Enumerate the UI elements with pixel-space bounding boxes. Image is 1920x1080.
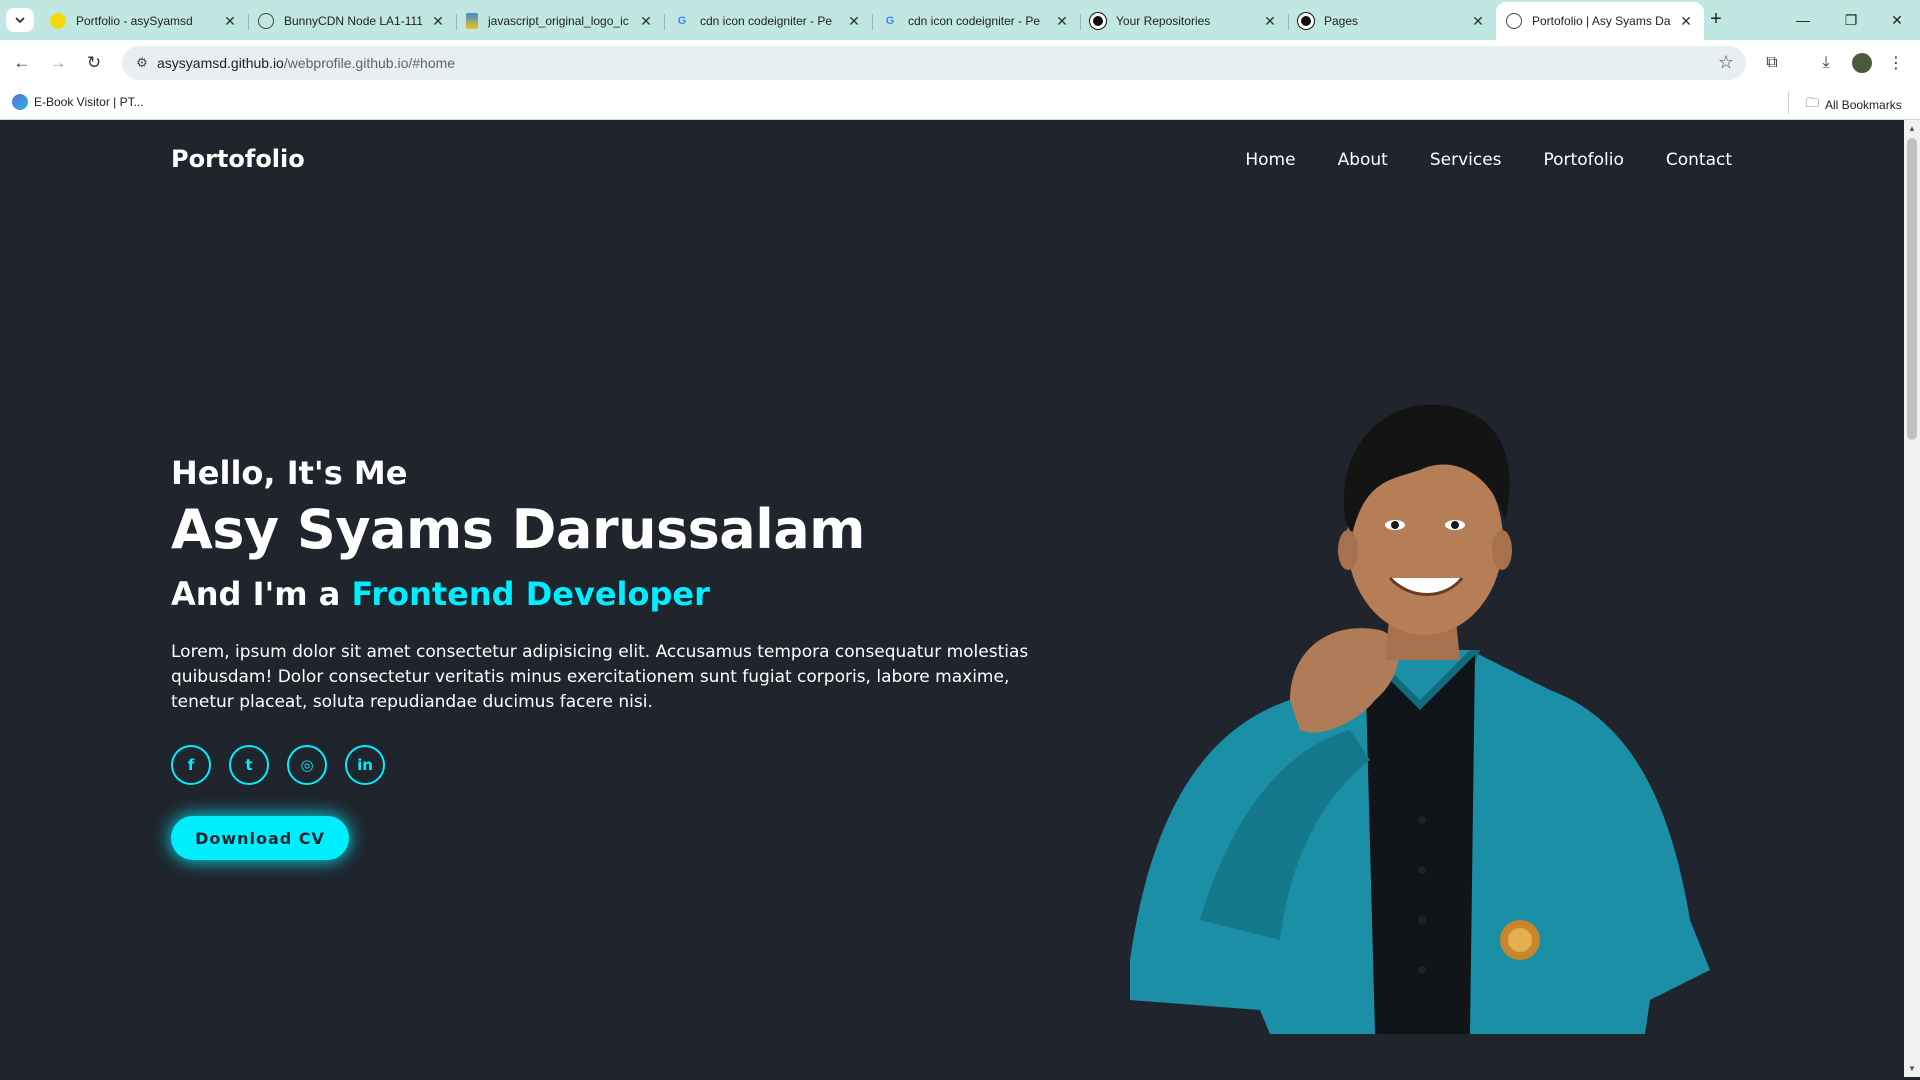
tab-title: Your Repositories (1116, 14, 1211, 28)
google-icon: G (677, 15, 687, 27)
nav-about[interactable]: About (1338, 150, 1388, 170)
extensions-icon[interactable]: ⧉ (1760, 51, 1784, 75)
browser-toolbar: ← → ↻ ⚙ asysyamsd.github.io/webprofile.g… (0, 40, 1920, 86)
profile-avatar[interactable] (1850, 51, 1874, 75)
downloads-icon[interactable]: ⤓ (1814, 51, 1838, 75)
tab-search-button[interactable] (6, 8, 34, 32)
bookmarks-bar: E-Book Visitor | PT... 🗀 All Bookmarks (0, 86, 1920, 120)
browser-tab[interactable]: BunnyCDN Node LA1-111 ✕ (248, 6, 457, 36)
tab-title: javascript_original_logo_ic (488, 14, 629, 28)
bookmark-item[interactable]: E-Book Visitor | PT... (12, 94, 144, 110)
nav-home[interactable]: Home (1245, 150, 1295, 170)
browser-tab[interactable]: Your Repositories ✕ (1080, 6, 1289, 36)
chevron-down-icon (15, 17, 25, 24)
nav-portofolio[interactable]: Portofolio (1544, 150, 1624, 170)
role-highlight: Frontend Developer (351, 575, 710, 613)
back-button[interactable]: ← (8, 49, 36, 77)
tab-strip: Portfolio - asySyamsd ✕ BunnyCDN Node LA1-… (0, 0, 1920, 40)
site-logo[interactable]: Portofolio (171, 145, 305, 173)
bookmark-star-icon[interactable]: ☆ (1718, 52, 1734, 73)
all-bookmarks-button[interactable]: 🗀 All Bookmarks (1806, 94, 1902, 116)
linkedin-icon[interactable]: in (345, 745, 385, 785)
url-host: asysyamsd.github.io (157, 55, 284, 71)
browser-tab[interactable]: javascript_original_logo_ic ✕ (456, 6, 665, 36)
tab-close-icon[interactable]: ✕ (1262, 13, 1278, 30)
bookmark-label: E-Book Visitor | PT... (34, 95, 144, 109)
page-scrollbar[interactable]: ▲ ▼ (1904, 120, 1920, 1077)
globe-icon (1506, 13, 1522, 29)
reload-button[interactable]: ↻ (80, 49, 108, 77)
scroll-down-arrow[interactable]: ▼ (1908, 1064, 1916, 1073)
google-icon: G (885, 15, 895, 27)
hero-greeting: Hello, It's Me (171, 454, 408, 492)
globe-icon (258, 13, 274, 29)
github-icon (1298, 13, 1314, 29)
all-bookmarks-label: All Bookmarks (1825, 98, 1902, 112)
tab-title: Portfolio - asySyamsd (76, 14, 193, 28)
bookmarks-divider (1788, 92, 1789, 114)
forward-button[interactable]: → (44, 49, 72, 77)
url-path: /webprofile.github.io/#home (283, 55, 456, 71)
nav-services[interactable]: Services (1430, 150, 1502, 170)
yellow-circle-icon (50, 13, 66, 29)
scrollbar-thumb[interactable] (1907, 138, 1917, 440)
scroll-up-arrow[interactable]: ▲ (1908, 124, 1916, 133)
tab-close-icon[interactable]: ✕ (1678, 13, 1694, 30)
browser-tab[interactable]: Gcdn icon codeigniter - Pe ✕ (872, 6, 1081, 36)
site-info-icon[interactable]: ⚙ (132, 53, 152, 73)
bookmark-favicon-icon (12, 94, 28, 110)
tab-close-icon[interactable]: ✕ (638, 13, 654, 30)
browser-tab[interactable]: Gcdn icon codeigniter - Pe ✕ (664, 6, 873, 36)
browser-chrome: Portfolio - asySyamsd ✕ BunnyCDN Node LA1-… (0, 0, 1920, 120)
tab-title: Portofolio | Asy Syams Da (1532, 14, 1671, 28)
github-icon (1090, 13, 1106, 29)
folder-icon: 🗀 (1806, 95, 1820, 110)
twitter-icon[interactable]: t (229, 745, 269, 785)
tab-title: cdn icon codeigniter - Pe (908, 14, 1041, 28)
browser-tab[interactable]: Portfolio - asySyamsd ✕ (40, 6, 249, 36)
main-nav: Home About Services Portofolio Contact (1245, 150, 1732, 170)
social-links: f t ◎ in (171, 745, 385, 785)
tab-close-icon[interactable]: ✕ (1470, 13, 1486, 30)
tab-title: Pages (1324, 14, 1359, 28)
instagram-icon[interactable]: ◎ (287, 745, 327, 785)
tab-title: cdn icon codeigniter - Pe (700, 14, 833, 28)
role-prefix: And I'm a (171, 575, 352, 613)
hero-name: Asy Syams Darussalam (171, 498, 865, 561)
tab-close-icon[interactable]: ✕ (846, 13, 862, 30)
page-content: Portofolio Home About Services Portofoli… (0, 120, 1904, 1077)
new-tab-button[interactable]: + (1704, 8, 1728, 32)
hero-role: And I'm a Frontend Developer (171, 575, 710, 613)
tab-close-icon[interactable]: ✕ (222, 13, 238, 30)
tab-close-icon[interactable]: ✕ (430, 13, 446, 30)
tab-title: BunnyCDN Node LA1-111 (284, 14, 423, 28)
download-cv-button[interactable]: Download CV (171, 816, 349, 860)
hero-description: Lorem, ipsum dolor sit amet consectetur … (171, 642, 1029, 712)
menu-icon[interactable]: ⋮ (1884, 51, 1908, 75)
profile-photo (1130, 404, 1710, 1034)
image-icon (466, 13, 478, 29)
avatar (1852, 53, 1872, 73)
browser-tab[interactable]: Portofolio | Asy Syams Da ✕ (1496, 2, 1704, 40)
facebook-icon[interactable]: f (171, 745, 211, 785)
tab-close-icon[interactable]: ✕ (1054, 13, 1070, 30)
close-window-button[interactable]: ✕ (1874, 0, 1920, 40)
minimize-button[interactable]: — (1780, 0, 1826, 40)
restore-button[interactable]: ❐ (1828, 0, 1874, 40)
address-bar[interactable]: ⚙ asysyamsd.github.io/webprofile.github.… (122, 46, 1746, 80)
browser-tab[interactable]: Pages ✕ (1288, 6, 1496, 36)
nav-contact[interactable]: Contact (1666, 150, 1732, 170)
url-text[interactable]: asysyamsd.github.io/webprofile.github.io… (157, 55, 455, 71)
